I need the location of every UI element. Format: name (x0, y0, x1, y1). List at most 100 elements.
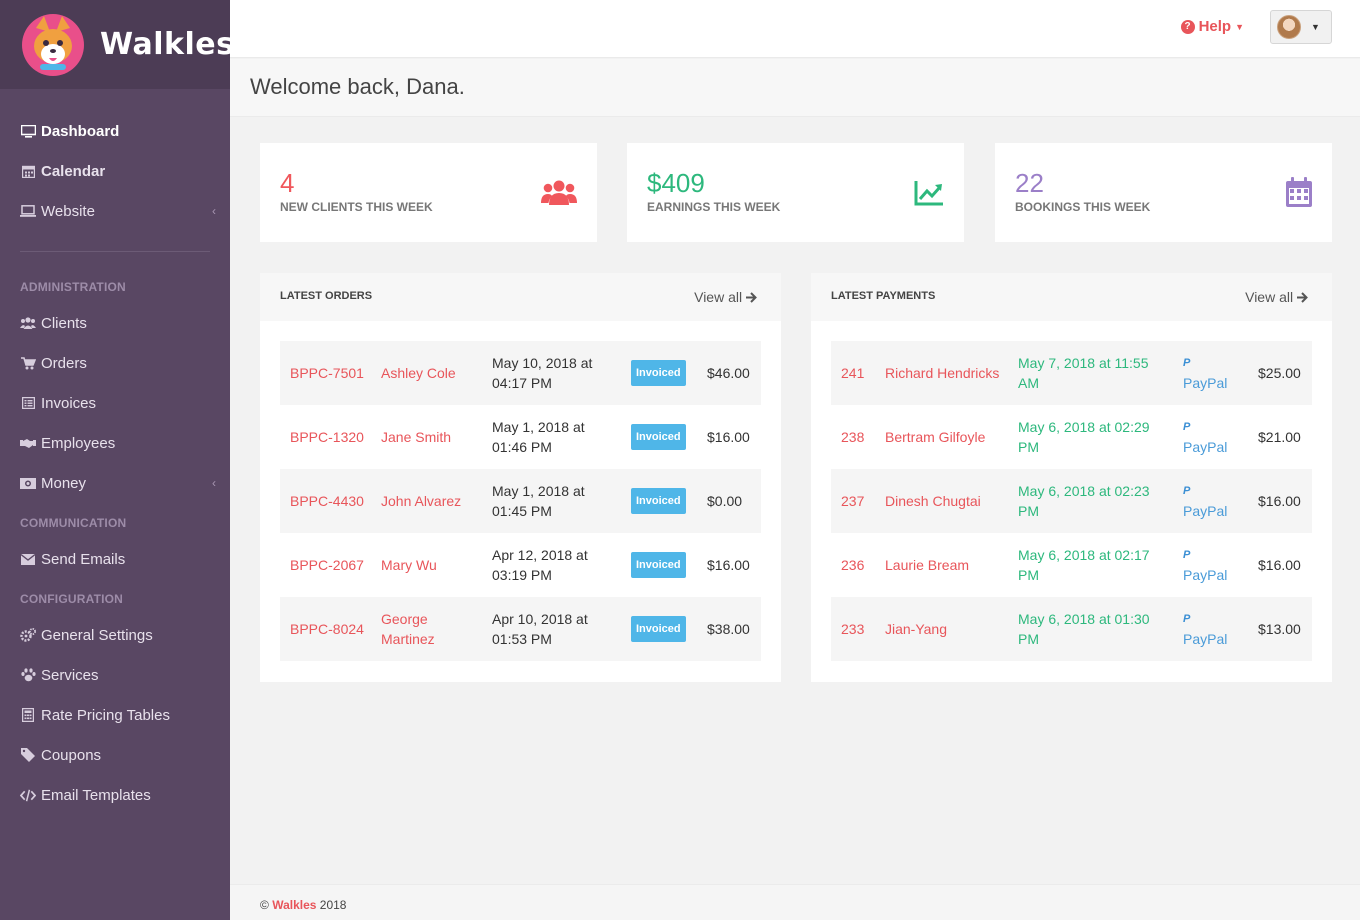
client-name-link[interactable]: Laurie Bream (885, 533, 1005, 597)
section-title-communication: COMMUNICATION (20, 516, 127, 530)
sidebar-item-orders[interactable]: Orders (0, 343, 230, 383)
client-name-link[interactable]: John Alvarez (381, 469, 481, 533)
order-id-link[interactable]: BPPC-4430 (290, 469, 364, 533)
monitor-icon (20, 124, 36, 138)
order-amount: $16.00 (707, 557, 750, 573)
stat-label: NEW CLIENTS THIS WEEK (280, 200, 433, 214)
sidebar-divider (20, 251, 210, 252)
sidebar-item-label: Send Emails (41, 550, 126, 568)
calculator-icon (20, 708, 36, 722)
client-name-link[interactable]: Jane Smith (381, 405, 481, 469)
sidebar-item-label: Calendar (41, 162, 106, 180)
payment-id-link[interactable]: 237 (841, 469, 864, 533)
stat-value: $409 (647, 168, 705, 198)
paypal-icon: P (1183, 485, 1191, 497)
sidebar: Walkles Dashboard Calendar Website ‹ ADM… (0, 0, 234, 920)
payments-table: 241 Richard Hendricks May 7, 2018 at 11:… (831, 341, 1312, 661)
sidebar-item-services[interactable]: Services (0, 655, 230, 695)
gears-icon (20, 628, 36, 642)
sidebar-item-label: Coupons (41, 746, 102, 764)
panel-header: LATEST ORDERS View all (260, 273, 781, 321)
payment-id-link[interactable]: 236 (841, 533, 864, 597)
client-name-link[interactable]: Dinesh Chugtai (885, 469, 1005, 533)
table-row[interactable]: 237 Dinesh Chugtai May 6, 2018 at 02:23 … (831, 469, 1312, 533)
sidebar-item-employees[interactable]: Employees (0, 423, 230, 463)
sidebar-item-money[interactable]: Money ‹ (0, 463, 230, 503)
help-dropdown[interactable]: ? Help ▼ (1180, 18, 1244, 35)
sidebar-item-rate-pricing-tables[interactable]: Rate Pricing Tables (0, 695, 230, 735)
stat-value: 4 (280, 168, 295, 198)
sidebar-item-dashboard[interactable]: Dashboard (0, 111, 230, 151)
sidebar-item-label: Website (41, 202, 95, 220)
sidebar-item-clients[interactable]: Clients (0, 303, 230, 343)
client-name-link[interactable]: Richard Hendricks (885, 341, 1000, 405)
table-row[interactable]: 241 Richard Hendricks May 7, 2018 at 11:… (831, 341, 1312, 405)
table-row[interactable]: BPPC-1320 Jane Smith May 1, 2018 at 01:4… (280, 405, 761, 469)
payment-method: PayPal (1183, 375, 1228, 391)
view-all-payments-link[interactable]: View all (1245, 289, 1308, 305)
footer-brand-link[interactable]: Walkles (272, 898, 316, 912)
payment-method: PayPal (1183, 503, 1228, 519)
paypal-icon: P (1183, 613, 1191, 625)
payment-date: May 6, 2018 at 01:30 PM (1018, 611, 1150, 647)
payment-amount: $25.00 (1258, 365, 1301, 381)
laptop-icon (20, 204, 36, 218)
orders-table: BPPC-7501 Ashley Cole May 10, 2018 at 04… (280, 341, 761, 661)
order-id-link[interactable]: BPPC-1320 (290, 405, 364, 469)
footer: © Walkles 2018 (230, 884, 1360, 920)
order-date: Apr 10, 2018 at 01:53 PM (492, 611, 588, 647)
chevron-left-icon: ‹ (212, 476, 216, 490)
question-circle-icon: ? (1180, 19, 1195, 34)
table-row[interactable]: BPPC-8024 George Martinez Apr 10, 2018 a… (280, 597, 761, 661)
section-title-administration: ADMINISTRATION (20, 280, 126, 294)
sidebar-item-coupons[interactable]: Coupons (0, 735, 230, 775)
client-name-link[interactable]: Mary Wu (381, 533, 481, 597)
sidebar-item-calendar[interactable]: Calendar (0, 151, 230, 191)
handshake-icon (20, 436, 36, 450)
sidebar-item-email-templates[interactable]: Email Templates (0, 775, 230, 815)
sidebar-item-website[interactable]: Website ‹ (0, 191, 230, 231)
arrow-right-icon (1297, 289, 1308, 305)
order-id-link[interactable]: BPPC-7501 (290, 341, 364, 405)
panel-title: LATEST ORDERS (280, 290, 373, 302)
stat-card-new-clients: 4 NEW CLIENTS THIS WEEK (260, 143, 597, 242)
order-amount: $38.00 (707, 621, 750, 637)
view-all-orders-link[interactable]: View all (694, 289, 757, 305)
calendar-icon (20, 164, 36, 178)
table-row[interactable]: 236 Laurie Bream May 6, 2018 at 02:17 PM… (831, 533, 1312, 597)
calendar-icon (1286, 177, 1312, 207)
sidebar-item-invoices[interactable]: Invoices (0, 383, 230, 423)
table-row[interactable]: BPPC-7501 Ashley Cole May 10, 2018 at 04… (280, 341, 761, 405)
payment-id-link[interactable]: 238 (841, 405, 864, 469)
order-date: May 1, 2018 at 01:45 PM (492, 483, 585, 519)
status-badge: Invoiced (631, 424, 686, 450)
sidebar-item-general-settings[interactable]: General Settings (0, 615, 230, 655)
order-amount: $16.00 (707, 429, 750, 445)
sidebar-item-label: Money (41, 474, 87, 492)
client-name-link[interactable]: George Martinez (381, 597, 481, 661)
table-row[interactable]: 238 Bertram Gilfoyle May 6, 2018 at 02:2… (831, 405, 1312, 469)
payment-id-link[interactable]: 241 (841, 341, 864, 405)
line-chart-icon (914, 179, 944, 207)
order-id-link[interactable]: BPPC-2067 (290, 533, 364, 597)
payment-amount: $16.00 (1258, 493, 1301, 509)
brand[interactable]: Walkles (0, 0, 234, 89)
paw-icon (20, 668, 36, 682)
order-id-link[interactable]: BPPC-8024 (290, 597, 364, 661)
table-row[interactable]: 233 Jian-Yang May 6, 2018 at 01:30 PM PP… (831, 597, 1312, 661)
client-name-link[interactable]: Ashley Cole (381, 341, 481, 405)
stat-label: BOOKINGS THIS WEEK (1015, 200, 1151, 214)
client-name-link[interactable]: Jian-Yang (885, 597, 1005, 661)
client-name-link[interactable]: Bertram Gilfoyle (885, 405, 1005, 469)
table-row[interactable]: BPPC-2067 Mary Wu Apr 12, 2018 at 03:19 … (280, 533, 761, 597)
order-date: May 10, 2018 at 04:17 PM (492, 355, 593, 391)
user-menu-button[interactable]: ▼ (1270, 10, 1332, 44)
payment-id-link[interactable]: 233 (841, 597, 864, 661)
paypal-icon: P (1183, 357, 1191, 369)
table-row[interactable]: BPPC-4430 John Alvarez May 1, 2018 at 01… (280, 469, 761, 533)
sidebar-item-label: Invoices (41, 394, 97, 412)
sidebar-item-send-emails[interactable]: Send Emails (0, 539, 230, 579)
chevron-left-icon: ‹ (212, 204, 216, 218)
sidebar-item-label: Email Templates (41, 786, 151, 804)
caret-down-icon: ▼ (1235, 21, 1244, 32)
